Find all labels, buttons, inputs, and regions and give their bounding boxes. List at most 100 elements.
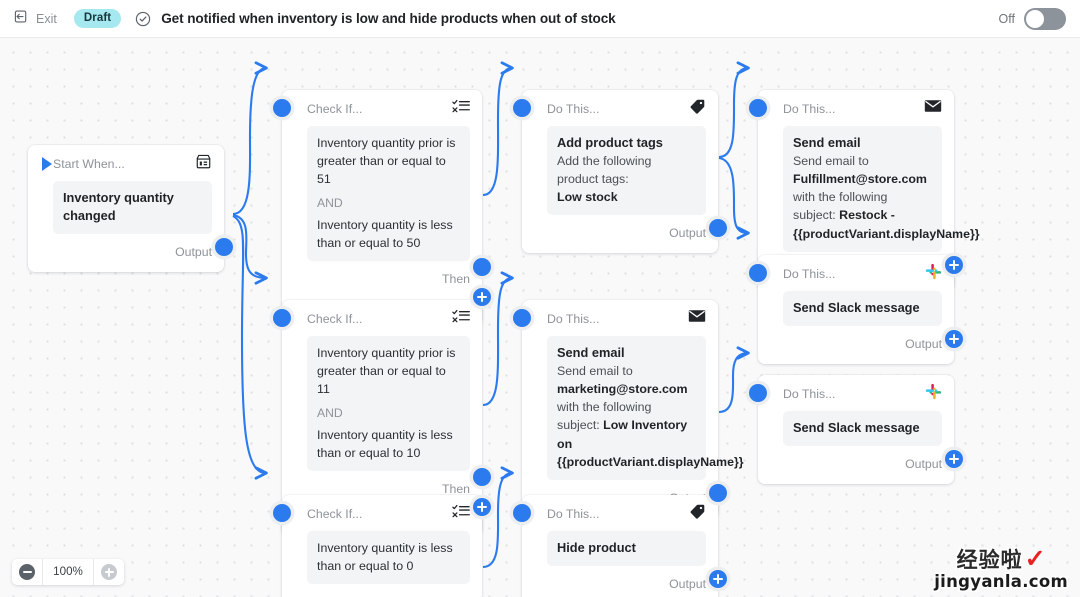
- tag-icon: [689, 503, 706, 525]
- node-kind-label: Do This...: [783, 266, 836, 281]
- watermark-check-icon: ✓: [1024, 545, 1046, 573]
- node-check-if-3[interactable]: Check If... Inventory quantity is less t…: [273, 495, 482, 597]
- node-kind-label: Do This...: [547, 311, 600, 326]
- email-recipient: Fulfillment@store.com: [793, 172, 927, 187]
- tag-icon: [689, 98, 706, 120]
- node-kind-label: Do This...: [547, 506, 600, 521]
- node-content: Send email Send email to marketing@store…: [547, 336, 744, 480]
- action-description: Send email to Fulfillment@store.com with…: [793, 152, 980, 243]
- workflow-enable-toggle[interactable]: [1024, 8, 1066, 30]
- node-content: Send Slack message: [783, 291, 942, 327]
- output-label: Output: [905, 337, 942, 352]
- store-icon: [195, 153, 212, 175]
- action-title: Add product tags: [557, 135, 663, 150]
- node-send-slack-1[interactable]: Do This... Send Slack message Output: [749, 255, 963, 365]
- app-header: Exit Draft Get notified when inventory i…: [0, 0, 1080, 38]
- output-label: Output: [669, 577, 706, 592]
- output-label: Output: [905, 457, 942, 472]
- input-port[interactable]: [749, 99, 767, 117]
- tags-prefix: Add the following product tags:: [557, 154, 652, 187]
- node-start[interactable]: Start When... Inventory quantity changed…: [28, 145, 233, 273]
- node-send-slack-2[interactable]: Do This... Send Slack message Output: [749, 375, 963, 485]
- node-send-email-marketing[interactable]: Do This... Send email Send email to mark…: [513, 300, 744, 518]
- input-port[interactable]: [513, 99, 531, 117]
- input-port[interactable]: [273, 504, 291, 522]
- zoom-controls: 100%: [12, 559, 124, 585]
- zoom-in-button[interactable]: [94, 559, 124, 585]
- node-content: Inventory quantity prior is greater than…: [307, 336, 470, 472]
- email-line1: Send email to: [793, 154, 869, 169]
- condition-b: Inventory quantity is less than or equal…: [317, 217, 453, 250]
- exit-label: Exit: [36, 11, 57, 26]
- watermark-en: jingyanla.com: [934, 572, 1068, 591]
- output-port[interactable]: [709, 483, 727, 502]
- action-description: Send email to marketing@store.com with t…: [557, 362, 744, 471]
- toggle-knob: [1026, 10, 1044, 28]
- page-title: Get notified when inventory is low and h…: [161, 11, 616, 26]
- node-add-product-tags[interactable]: Do This... Add product tags Add the foll…: [513, 90, 727, 254]
- watermark-cn: 经验啦: [956, 548, 1023, 572]
- action-title: Send Slack message: [793, 420, 920, 435]
- start-trigger-title: Inventory quantity changed: [63, 190, 174, 224]
- zoom-out-button[interactable]: [12, 559, 42, 585]
- check-circle-icon: [135, 11, 151, 27]
- condition-operator: AND: [317, 195, 343, 210]
- action-description: Add the following product tags: Low stoc…: [557, 152, 696, 206]
- input-port[interactable]: [749, 264, 767, 282]
- output-add-port[interactable]: [945, 255, 963, 274]
- condition-b: Inventory quantity is less than or equal…: [317, 427, 453, 460]
- node-kind-label: Do This...: [547, 101, 600, 116]
- node-hide-product[interactable]: Do This... Hide product Output: [513, 495, 727, 597]
- workflow-canvas[interactable]: Start When... Inventory quantity changed…: [0, 38, 1080, 597]
- email-recipient: marketing@store.com: [557, 382, 688, 397]
- action-title: Send Slack message: [793, 300, 920, 315]
- node-content: Send Slack message: [783, 411, 942, 447]
- zoom-in-icon: [101, 564, 117, 580]
- node-content: Inventory quantity changed: [53, 181, 212, 235]
- tags-value: Low stock: [557, 190, 618, 205]
- status-badge: Draft: [73, 9, 122, 28]
- envelope-icon: [924, 99, 942, 118]
- action-title: Send email: [793, 135, 861, 150]
- condition-a: Inventory quantity prior is greater than…: [317, 346, 456, 397]
- exit-button[interactable]: Exit: [14, 9, 57, 29]
- input-port[interactable]: [513, 309, 531, 327]
- toggle-label: Off: [998, 12, 1015, 26]
- condition-icon: [452, 99, 470, 119]
- condition-icon: [452, 504, 470, 524]
- condition-a: Inventory quantity prior is greater than…: [317, 136, 456, 187]
- condition-a: Inventory quantity is less than or equal…: [317, 541, 453, 574]
- then-label: Then: [441, 272, 470, 287]
- input-port[interactable]: [513, 504, 531, 522]
- zoom-out-icon: [19, 564, 35, 580]
- zoom-level-value: 100%: [42, 559, 94, 585]
- node-check-if-1[interactable]: Check If... Inventory quantity prior is …: [273, 90, 491, 326]
- play-triangle-icon: [42, 157, 52, 171]
- output-label: Output: [669, 226, 706, 241]
- input-port[interactable]: [273, 99, 291, 117]
- node-kind-label: Check If...: [307, 506, 363, 521]
- node-kind-label: Do This...: [783, 101, 836, 116]
- workflow-editor: Exit Draft Get notified when inventory i…: [0, 0, 1080, 597]
- node-content: Inventory quantity prior is greater than…: [307, 126, 470, 262]
- node-content: Add product tags Add the following produ…: [547, 126, 706, 216]
- node-content: Inventory quantity is less than or equal…: [307, 531, 470, 585]
- condition-icon: [452, 309, 470, 329]
- output-label: Output: [175, 245, 212, 260]
- node-content: Hide product: [547, 531, 706, 567]
- action-title: Send email: [557, 345, 625, 360]
- watermark: 经验啦✓ jingyanla.com: [934, 544, 1068, 591]
- node-kind-label: Check If...: [307, 311, 363, 326]
- node-kind-label: Start When...: [53, 156, 125, 171]
- action-title: Hide product: [557, 540, 636, 555]
- slack-icon: [925, 383, 942, 405]
- slack-icon: [925, 263, 942, 285]
- envelope-icon: [688, 309, 706, 328]
- workflow-enable-toggle-group: Off: [999, 0, 1066, 38]
- exit-icon: [14, 9, 29, 29]
- node-kind-label: Check If...: [307, 101, 363, 116]
- input-port[interactable]: [749, 384, 767, 402]
- email-line1: Send email to: [557, 364, 633, 379]
- node-kind-label: Do This...: [783, 386, 836, 401]
- input-port[interactable]: [273, 309, 291, 327]
